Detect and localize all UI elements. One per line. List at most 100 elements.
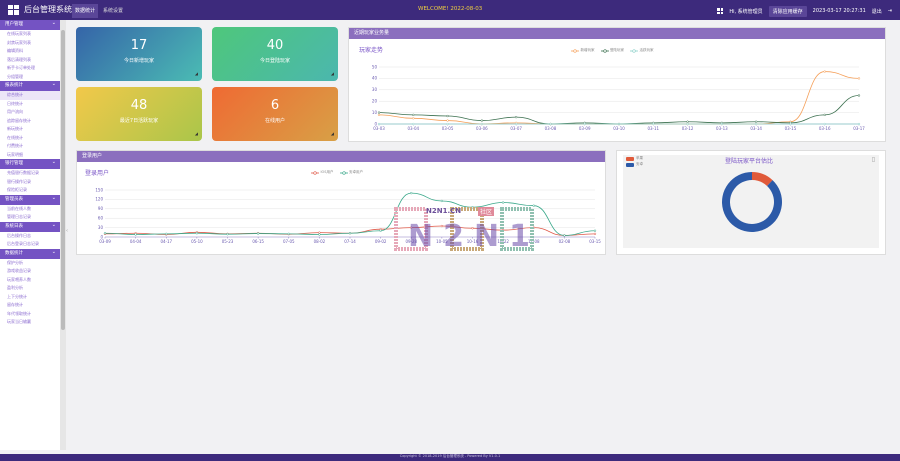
sidebar-item[interactable]: 年代领取统计 <box>0 310 60 319</box>
sidebar-item[interactable]: 新手卡订单处理 <box>0 64 60 73</box>
sidebar-item[interactable]: 落后清理列表 <box>0 56 60 65</box>
app-logo[interactable]: 后台管理系统 <box>8 4 72 15</box>
data-point[interactable] <box>617 122 621 126</box>
data-point[interactable] <box>377 113 381 117</box>
data-point[interactable] <box>446 122 449 126</box>
sidebar-item[interactable]: 编辑资料 <box>0 47 60 56</box>
data-point[interactable] <box>720 122 724 126</box>
data-point[interactable] <box>686 122 689 126</box>
stat-card[interactable]: 6 在线用户 ◢ <box>212 87 338 141</box>
tab-data-stats[interactable]: 数据统计 <box>72 4 99 18</box>
sidebar-group[interactable]: 银行管理 <box>0 157 60 169</box>
data-point[interactable] <box>379 229 382 232</box>
data-point[interactable] <box>348 232 352 235</box>
data-point[interactable] <box>563 234 566 237</box>
data-point[interactable] <box>377 111 381 114</box>
stat-card[interactable]: 17 今日新增玩家 ◢ <box>76 27 202 81</box>
sidebar-item[interactable]: 玩家当日输赢 <box>0 318 60 327</box>
data-point[interactable] <box>789 122 792 126</box>
data-point[interactable] <box>754 120 758 123</box>
sidebar-item[interactable]: 银行操作记录 <box>0 178 60 187</box>
data-point[interactable] <box>318 231 321 234</box>
sidebar-group[interactable]: 管理员表 <box>0 193 60 205</box>
data-point[interactable] <box>287 232 290 236</box>
legend-item[interactable]: 新增玩家 <box>571 48 595 53</box>
data-point[interactable] <box>593 229 597 232</box>
data-point[interactable] <box>412 122 415 126</box>
sidebar-item[interactable]: 游戏收益记录 <box>0 267 60 276</box>
grid-icon[interactable] <box>717 8 724 14</box>
data-point[interactable] <box>593 232 597 236</box>
data-point[interactable] <box>256 232 260 235</box>
data-point[interactable] <box>857 122 861 126</box>
data-point[interactable] <box>652 122 655 126</box>
data-point[interactable] <box>823 122 826 126</box>
data-point[interactable] <box>440 199 444 203</box>
clear-cache-button[interactable]: 清除应用缓存 <box>768 5 807 17</box>
legend-item[interactable]: 活跃玩家 <box>630 48 654 53</box>
data-point[interactable] <box>195 232 199 235</box>
logout-link[interactable]: 退出 <box>872 8 882 15</box>
logout-icon[interactable]: ⇥ <box>888 8 892 14</box>
sidebar-item[interactable]: 上下分统计 <box>0 293 60 302</box>
sidebar-item[interactable]: 付费统计 <box>0 142 60 151</box>
data-point[interactable] <box>823 113 826 117</box>
sidebar-item[interactable]: 盈利分析 <box>0 284 60 293</box>
sidebar-item[interactable]: 当前在线人数 <box>0 205 60 214</box>
data-point[interactable] <box>823 70 826 73</box>
data-point[interactable] <box>549 122 552 126</box>
data-point[interactable] <box>377 122 381 126</box>
data-point[interactable] <box>514 116 518 119</box>
sidebar-item[interactable]: 综合统计 <box>0 91 60 100</box>
sidebar-group[interactable]: 报表统计 <box>0 79 60 91</box>
legend-item[interactable]: IOS用户 <box>311 170 334 175</box>
data-point[interactable] <box>501 201 505 204</box>
sidebar-scrollbar[interactable] <box>60 20 66 450</box>
data-point[interactable] <box>165 232 168 236</box>
tab-system-settings[interactable]: 系统设置 <box>100 4 126 18</box>
sidebar-group[interactable]: 用户管理 <box>0 20 60 30</box>
data-point[interactable] <box>446 114 449 118</box>
sidebar-group[interactable]: 系统日表 <box>0 220 60 232</box>
data-point[interactable] <box>857 77 861 80</box>
data-point[interactable] <box>412 117 415 120</box>
sidebar-item[interactable]: 充值银行数据记录 <box>0 169 60 178</box>
user-greeting[interactable]: Hi, 系统管理员 <box>729 8 762 15</box>
legend-swatch <box>630 48 638 53</box>
data-point[interactable] <box>514 122 518 126</box>
data-point[interactable] <box>103 232 107 235</box>
data-point[interactable] <box>583 122 586 126</box>
stat-card[interactable]: 48 最近7日活跃玩家 ◢ <box>76 87 202 141</box>
collapse-arrow-icon[interactable]: ‹ <box>66 228 68 234</box>
data-point[interactable] <box>754 122 758 126</box>
legend-item[interactable]: 安卓用户 <box>339 170 363 175</box>
save-image-icon[interactable]: ▯ <box>872 156 875 163</box>
sidebar-item[interactable]: 追踪留存统计 <box>0 117 60 126</box>
donut-slice[interactable] <box>722 172 782 232</box>
data-point[interactable] <box>410 191 413 195</box>
sidebar-item[interactable]: 新玩统计 <box>0 125 60 134</box>
data-point[interactable] <box>480 119 484 122</box>
legend-item[interactable]: 登陆玩家 <box>600 48 624 53</box>
data-point[interactable] <box>857 94 861 97</box>
data-point[interactable] <box>412 113 415 117</box>
sidebar-item[interactable]: 保护分析 <box>0 259 60 268</box>
legend-item[interactable]: 苹果 <box>626 156 643 161</box>
data-point[interactable] <box>686 120 689 123</box>
stat-card[interactable]: 40 今日登陆玩家 ◢ <box>212 27 338 81</box>
sidebar-item[interactable]: 留存统计 <box>0 301 60 310</box>
sidebar-item[interactable]: 玩家喂养人数 <box>0 276 60 285</box>
sidebar-item[interactable]: 封禁玩家列表 <box>0 39 60 48</box>
sidebar-item[interactable]: 后台操作日志 <box>0 232 60 241</box>
data-point[interactable] <box>480 122 484 126</box>
sidebar-item[interactable]: 日终统计 <box>0 100 60 109</box>
data-point[interactable] <box>318 233 321 236</box>
sidebar-item[interactable]: 在线玩家列表 <box>0 30 60 39</box>
data-point[interactable] <box>446 119 449 122</box>
sidebar-group[interactable]: 数据统计 <box>0 247 60 259</box>
legend-item[interactable]: 安卓 <box>626 162 643 167</box>
data-point[interactable] <box>226 233 229 236</box>
sidebar-item[interactable]: 用户流向 <box>0 108 60 117</box>
sidebar-item[interactable]: 在线统计 <box>0 134 60 143</box>
data-point[interactable] <box>134 233 137 236</box>
